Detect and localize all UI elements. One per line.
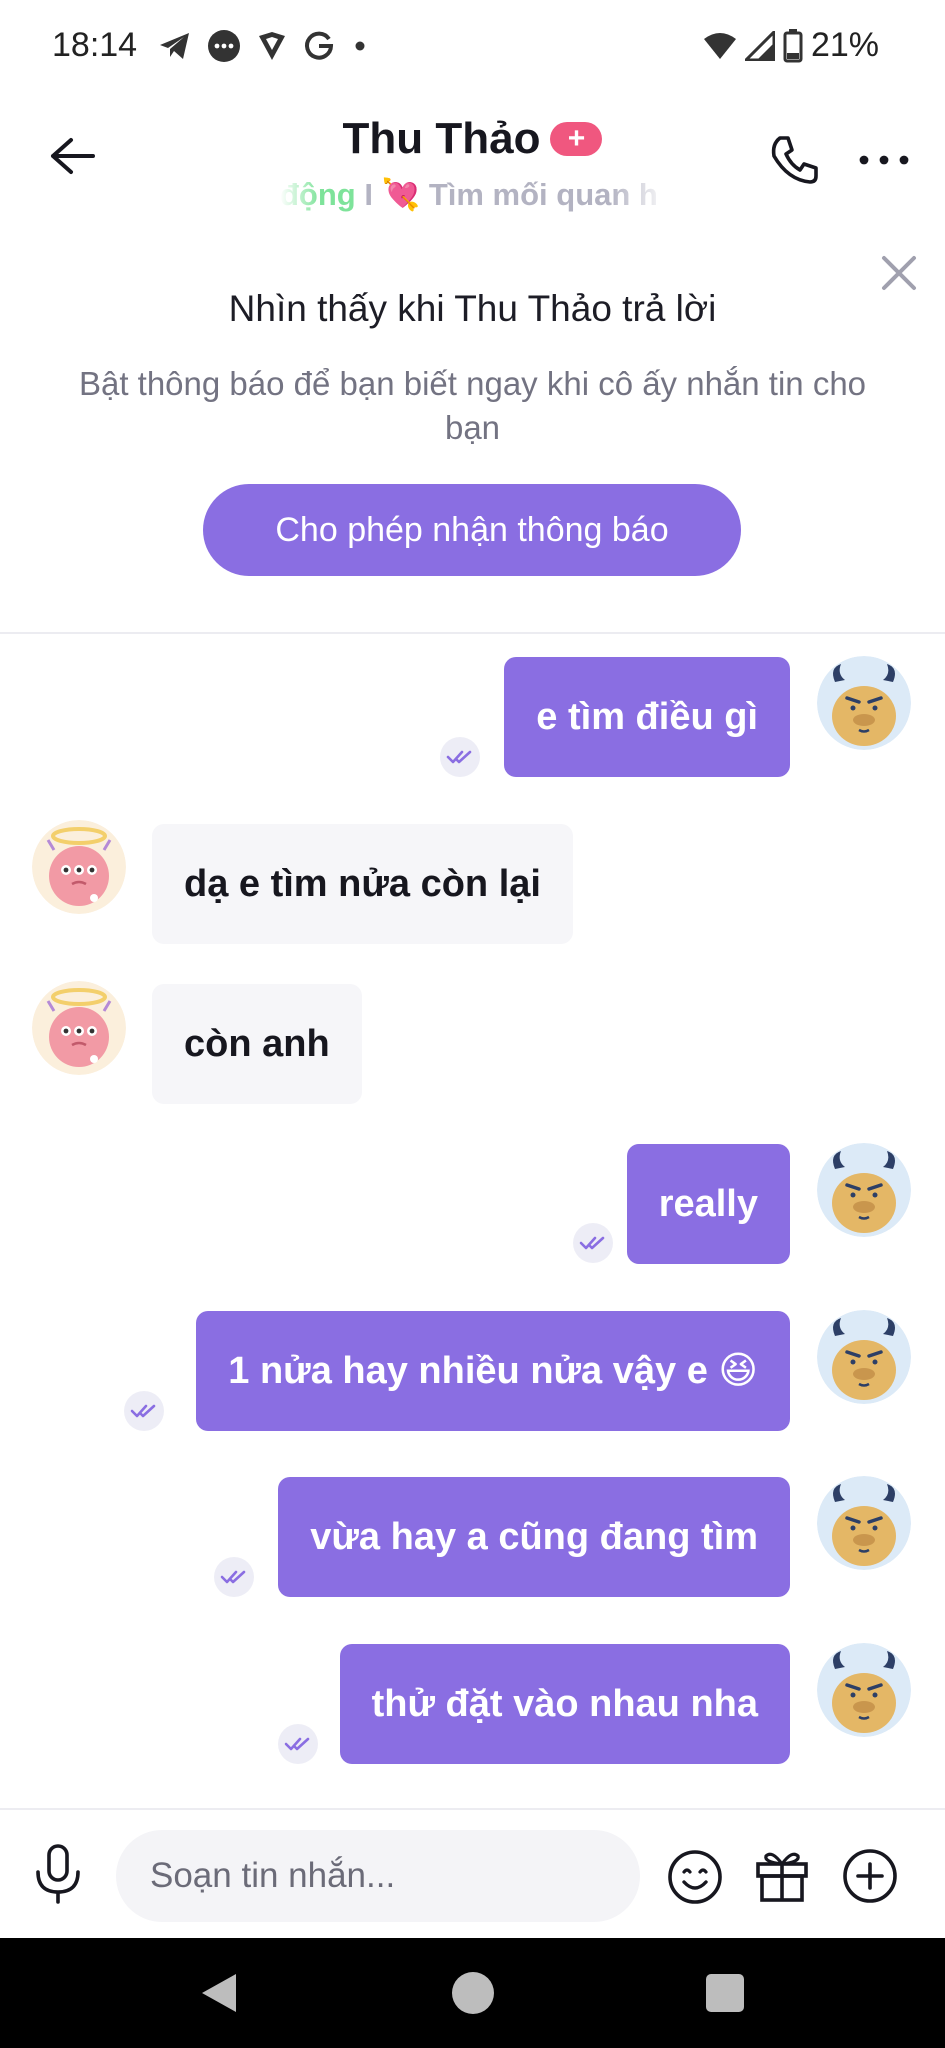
notification-permission-banner: Nhìn thấy khi Thu Thảo trả lời Bật thông… [0, 238, 945, 634]
message-composer [0, 1808, 945, 1938]
wifi-icon [703, 32, 736, 59]
allow-notifications-button[interactable]: Cho phép nhận thông báo [203, 484, 741, 576]
add-attachment-button[interactable] [840, 1846, 900, 1906]
smiley-icon [668, 1850, 722, 1904]
my-avatar[interactable] [817, 1476, 911, 1570]
message-input[interactable] [116, 1830, 640, 1922]
nav-recents-icon[interactable] [706, 1974, 744, 2012]
gift-button[interactable] [752, 1846, 812, 1906]
my-avatar[interactable] [817, 1310, 911, 1404]
read-receipt-icon [440, 737, 480, 777]
message-bubble-outgoing[interactable]: e tìm điều gì [504, 657, 790, 777]
more-horizontal-icon [859, 155, 909, 165]
telegram-icon [160, 33, 189, 59]
message-bubble-incoming[interactable]: còn anh [152, 984, 362, 1104]
contact-avatar[interactable] [32, 820, 126, 914]
message-bubble-outgoing[interactable]: really [626, 1144, 790, 1264]
plus-badge: + [550, 122, 603, 156]
status-bar: 18:14 21% [0, 0, 945, 96]
messenger-icon [208, 30, 240, 62]
gift-icon [756, 1852, 808, 1902]
battery-percent: 21% [810, 26, 879, 64]
google-icon [305, 31, 334, 60]
message-bubble-outgoing[interactable]: 1 nửa hay nhiều nửa vậy e 😆 [196, 1311, 790, 1431]
chat-header: Thu Thảo + động I 💘 Tìm mối quan h [0, 96, 945, 230]
voice-message-button[interactable] [28, 1842, 88, 1906]
call-button[interactable] [766, 132, 826, 192]
signal-icon [744, 30, 775, 61]
phone-icon [771, 136, 818, 184]
system-status: 21% [703, 26, 879, 65]
system-navigation-bar [0, 1938, 945, 2048]
status-time: 18:14 [52, 26, 138, 64]
read-receipt-icon [214, 1557, 254, 1597]
battery-icon [783, 28, 803, 62]
contact-status-marquee: động I 💘 Tìm mối quan h [280, 176, 670, 220]
message-bubble-incoming[interactable]: dạ e tìm nửa còn lại [152, 824, 573, 944]
read-receipt-icon [124, 1391, 164, 1431]
banner-title: Nhìn thấy khi Thu Thảo trả lời [228, 288, 717, 329]
emoji-button[interactable] [666, 1848, 724, 1906]
notification-icons [158, 28, 370, 64]
my-avatar[interactable] [817, 1643, 911, 1737]
message-bubble-outgoing[interactable]: thử đặt vào nhau nha [339, 1644, 790, 1764]
read-receipt-icon [573, 1223, 613, 1263]
read-receipt-icon [278, 1724, 318, 1764]
microphone-icon [36, 1844, 80, 1904]
more-options-button[interactable] [856, 132, 916, 192]
my-avatar[interactable] [817, 1143, 911, 1237]
my-avatar[interactable] [817, 656, 911, 750]
plus-circle-icon [843, 1849, 897, 1903]
vpn-shield-icon [259, 32, 285, 60]
contact-status-text: động I 💘 Tìm mối quan h [280, 177, 658, 212]
banner-description: Bật thông báo để bạn biết ngay khi cô ấy… [78, 365, 867, 446]
dot-icon [355, 41, 365, 51]
contact-avatar[interactable] [32, 981, 126, 1075]
contact-name: Thu Thảo [342, 114, 541, 163]
nav-home-icon[interactable] [452, 1972, 494, 2014]
nav-back-icon[interactable] [200, 1972, 238, 2014]
message-bubble-outgoing[interactable]: vừa hay a cũng đang tìm [278, 1477, 790, 1597]
